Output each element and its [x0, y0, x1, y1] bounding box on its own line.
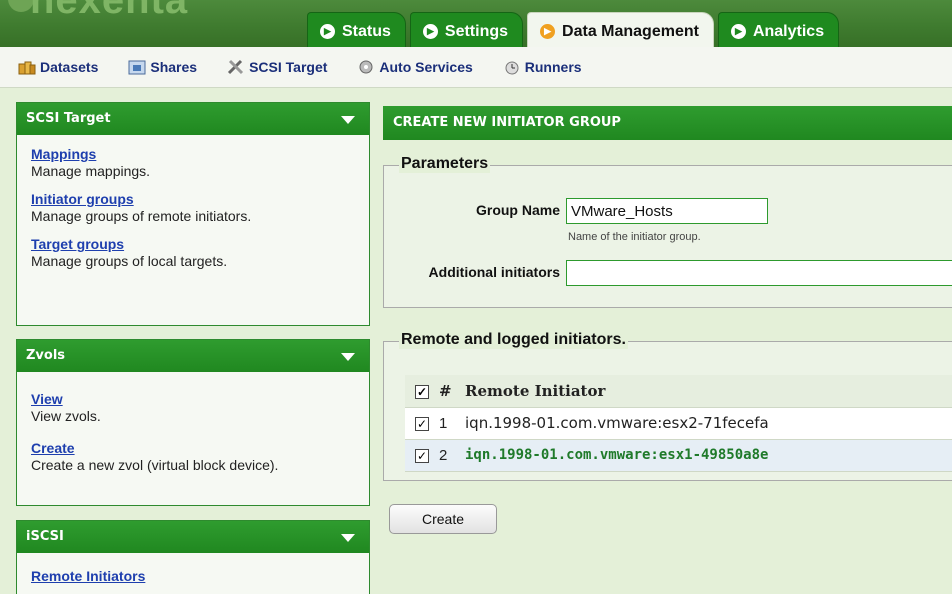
sidebar-entry: Target groups Manage groups of local tar…: [31, 235, 355, 270]
parameters-fieldset: Parameters Group Name Name of the initia…: [383, 155, 952, 308]
create-button[interactable]: Create: [389, 504, 497, 534]
parameters-legend: Parameters: [399, 155, 491, 173]
subnav-runners[interactable]: Runners: [503, 59, 582, 75]
entry-description: Manage groups of local targets.: [31, 253, 228, 269]
sidebar-entry: Create Create a new zvol (virtual block …: [31, 439, 355, 474]
group-name-hint: Name of the initiator group.: [568, 231, 701, 243]
panel-header[interactable]: iSCSI: [17, 521, 369, 553]
additional-initiators-input[interactable]: [566, 260, 952, 286]
table-header-row: ✓ # Remote Initiator: [405, 375, 952, 408]
subnav-label: SCSI Target: [249, 59, 328, 75]
entry-description: Create a new zvol (virtual block device)…: [31, 457, 279, 473]
sidebar-entry: View View zvols.: [31, 390, 355, 425]
subnav-label: Shares: [150, 59, 198, 75]
subnav-scsi-target[interactable]: SCSI Target: [227, 59, 327, 75]
scsi-target-icon: [227, 59, 245, 75]
arrow-right-icon: ▶: [730, 24, 746, 39]
sidebar-panel-scsi-target: SCSI Target Mappings Manage mappings. In…: [16, 102, 370, 326]
subnav-auto-services[interactable]: Auto Services: [357, 59, 473, 75]
subnav-label: Auto Services: [379, 59, 473, 75]
tab-analytics[interactable]: ▶ Analytics: [717, 12, 840, 47]
subnav-label: Runners: [524, 59, 582, 75]
page-title: CREATE NEW INITIATOR GROUP: [383, 106, 952, 140]
group-name-label: Group Name: [475, 202, 560, 218]
row-checkbox[interactable]: ✓: [415, 416, 429, 431]
panel-title: SCSI Target: [26, 111, 111, 126]
sidebar-entry: Initiator groups Manage groups of remote…: [31, 190, 355, 225]
column-header-number: #: [439, 375, 465, 408]
sidebar-entry: Remote Initiators: [31, 567, 355, 585]
entry-description: View zvols.: [31, 408, 101, 424]
column-header-remote-initiator: Remote Initiator: [465, 375, 952, 408]
mappings-link[interactable]: Mappings: [31, 145, 355, 163]
sub-navigation: Datasets Shares SCSI Target Auto Service…: [0, 47, 952, 88]
tab-settings[interactable]: ▶ Settings: [409, 12, 524, 47]
sidebar-entry: Mappings Manage mappings.: [31, 145, 355, 180]
select-all-checkbox[interactable]: ✓: [415, 384, 429, 399]
tab-label: Analytics: [752, 23, 825, 40]
additional-initiators-label: Additional initiators: [428, 264, 560, 280]
runners-icon: [503, 59, 521, 75]
row-number: 1: [439, 407, 465, 440]
panel-header[interactable]: Zvols: [17, 340, 369, 372]
subnav-label: Datasets: [40, 59, 99, 75]
app-logo: nexenta: [30, 0, 189, 22]
subnav-datasets[interactable]: Datasets: [18, 59, 98, 75]
table-row[interactable]: ✓ 2 iqn.1998-01.com.vmware:esx1-49850a8e: [405, 439, 952, 472]
shares-icon: [128, 59, 146, 75]
arrow-right-icon: ▶: [540, 24, 556, 39]
row-number: 2: [439, 439, 465, 472]
initiator-name: iqn.1998-01.com.vmware:esx1-49850a8e: [465, 439, 952, 472]
sidebar-panel-zvols: Zvols View View zvols. Create Create a n…: [16, 339, 370, 506]
remote-initiators-fieldset: Remote and logged initiators. ✓ # Remote…: [383, 331, 952, 481]
tab-label: Data Management: [562, 23, 699, 40]
panel-title: Zvols: [26, 348, 66, 363]
target-groups-link[interactable]: Target groups: [31, 235, 355, 253]
main-tabs: ▶ Status ▶ Settings ▶ Data Management ▶ …: [307, 12, 843, 47]
tab-label: Status: [342, 23, 391, 40]
group-name-input[interactable]: [566, 198, 768, 224]
view-zvols-link[interactable]: View: [31, 390, 355, 408]
entry-description: Manage groups of remote initiators.: [31, 208, 252, 224]
row-checkbox[interactable]: ✓: [415, 448, 429, 463]
initiator-name: iqn.1998-01.com.vmware:esx2-71fecefa: [465, 407, 952, 440]
arrow-right-icon: ▶: [422, 24, 438, 39]
subnav-shares[interactable]: Shares: [128, 59, 197, 75]
remote-initiators-link[interactable]: Remote Initiators: [31, 567, 355, 585]
tab-label: Settings: [444, 23, 509, 40]
panel-header[interactable]: SCSI Target: [17, 103, 369, 135]
auto-services-icon: [357, 59, 375, 75]
sidebar-panel-iscsi: iSCSI Remote Initiators: [16, 520, 370, 594]
table-row[interactable]: ✓ 1 iqn.1998-01.com.vmware:esx2-71fecefa: [405, 407, 952, 440]
create-zvol-link[interactable]: Create: [31, 439, 355, 457]
remote-initiators-legend: Remote and logged initiators.: [399, 331, 628, 349]
arrow-right-icon: ▶: [320, 24, 335, 39]
datasets-icon: [18, 59, 36, 75]
initiator-groups-link[interactable]: Initiator groups: [31, 190, 355, 208]
top-header: nexenta ▶ Status ▶ Settings ▶ Data Manag…: [0, 0, 952, 47]
remote-initiators-table: ✓ # Remote Initiator ✓ 1 iqn.1998-01.com…: [405, 375, 952, 472]
collapse-triangle-icon[interactable]: [341, 534, 355, 542]
tab-data-management[interactable]: ▶ Data Management: [527, 12, 714, 47]
entry-description: Manage mappings.: [31, 163, 151, 179]
collapse-triangle-icon[interactable]: [341, 116, 355, 124]
panel-title: iSCSI: [26, 529, 64, 544]
tab-status[interactable]: ▶ Status: [307, 12, 406, 47]
collapse-triangle-icon[interactable]: [341, 353, 355, 361]
